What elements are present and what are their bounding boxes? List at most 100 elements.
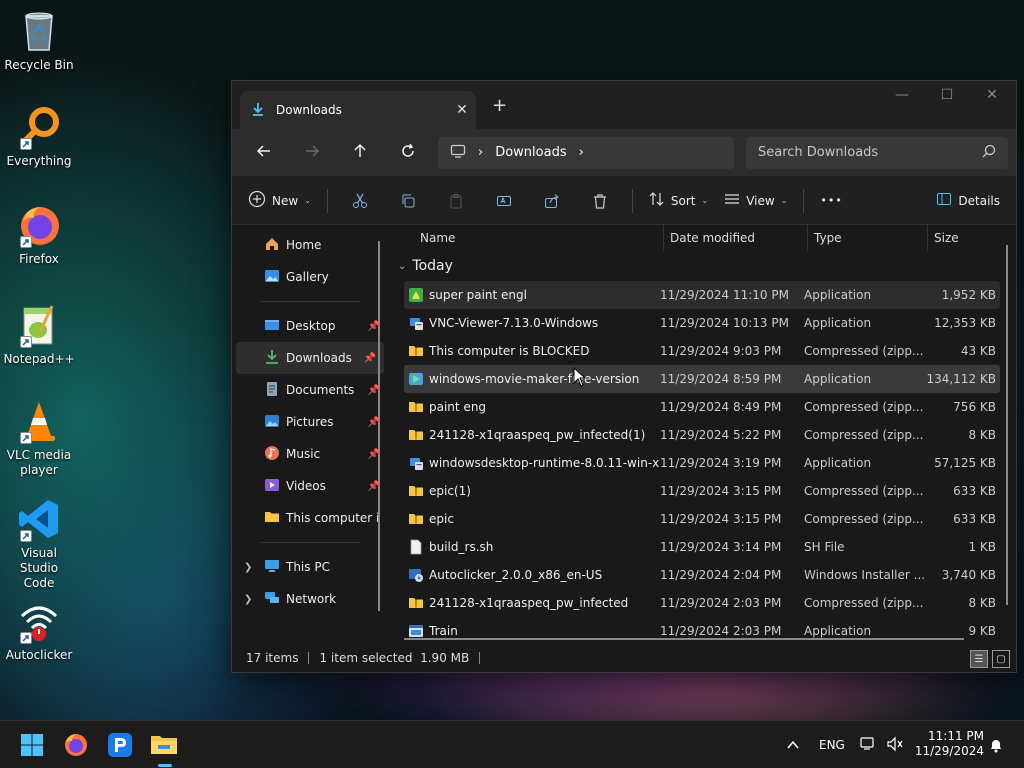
new-label: New <box>272 193 299 208</box>
breadcrumb-separator[interactable]: › <box>579 145 584 160</box>
system-tray-icons[interactable] <box>860 721 904 768</box>
table-row[interactable]: epic(1) 11/29/2024 3:15 PM Compressed (zip… <box>404 477 1000 505</box>
desktop-icon-autoclicker[interactable]: Autoclicker <box>4 598 74 663</box>
table-row[interactable]: paint eng 11/29/2024 8:49 PM Compressed (z… <box>404 393 1000 421</box>
back-arrow-icon[interactable] <box>240 143 288 163</box>
chevron-right-icon[interactable]: ❯ <box>244 562 252 573</box>
vertical-scrollbar[interactable] <box>1006 245 1008 605</box>
table-row[interactable]: This computer is BLOCKED 11/29/2024 9:03 … <box>404 337 1000 365</box>
desktop-icon-vlc[interactable]: VLC media player <box>4 398 74 478</box>
notification-bell-icon[interactable] <box>988 721 1004 768</box>
share-icon[interactable] <box>536 185 568 217</box>
table-row[interactable]: 241128-x1qraaspeq_pw_infected(1) 11/29/20… <box>404 421 1000 449</box>
tab-close-icon[interactable]: ✕ <box>448 102 476 118</box>
copy-icon[interactable] <box>392 185 424 217</box>
table-row[interactable]: epic 11/29/2024 3:15 PM Compressed (zipp..… <box>404 505 1000 533</box>
search-icon[interactable] <box>982 144 996 161</box>
volume-muted-icon[interactable] <box>886 736 904 755</box>
rustdesk-icon[interactable] <box>104 729 136 761</box>
nav-item-this-pc[interactable]: ❯ This PC <box>232 551 388 583</box>
title-bar[interactable]: Downloads ✕ + — ☐ ✕ <box>232 81 1016 129</box>
search-magnifier-icon <box>16 104 62 150</box>
address-bar[interactable]: › Downloads › <box>438 136 734 169</box>
nav-item-label: Network <box>286 592 337 606</box>
table-row[interactable]: windows-movie-maker-free-version 11/29/20… <box>404 365 1000 393</box>
column-header-type[interactable]: Type <box>808 225 928 251</box>
installer-app-icon <box>408 315 424 331</box>
search-box[interactable] <box>746 136 1008 169</box>
new-button[interactable]: New ⌄ <box>240 185 319 217</box>
windows-start-icon[interactable] <box>16 729 48 761</box>
show-hidden-icons-chevron-icon[interactable] <box>786 721 800 768</box>
desktop-icon-everything[interactable]: Everything <box>4 104 74 169</box>
table-row[interactable]: build_rs.sh 11/29/2024 3:14 PM SH File 1 KB <box>404 533 1000 561</box>
more-options-button[interactable]: ••• <box>812 185 850 217</box>
search-input[interactable] <box>758 145 958 160</box>
file-explorer-icon[interactable] <box>148 729 180 761</box>
nav-item-network[interactable]: ❯ Network <box>232 583 388 615</box>
chevron-right-icon[interactable]: ❯ <box>244 594 252 605</box>
nav-item-this-computer-folder[interactable]: This computer i <box>232 502 388 534</box>
nav-item-pictures[interactable]: Pictures 📌 <box>232 406 388 438</box>
firefox-icon[interactable] <box>60 729 92 761</box>
nav-item-videos[interactable]: Videos 📌 <box>232 470 388 502</box>
nav-item-label: Music <box>286 447 321 461</box>
gallery-icon <box>264 268 280 287</box>
up-arrow-icon[interactable] <box>336 143 384 163</box>
network-status-icon[interactable] <box>860 736 878 755</box>
nav-pane-scrollbar[interactable] <box>378 241 380 611</box>
nav-item-desktop[interactable]: Desktop 📌 <box>232 310 388 342</box>
nav-item-home[interactable]: Home <box>232 229 388 261</box>
details-view-icon[interactable]: ☰ <box>970 650 988 668</box>
group-header-today[interactable]: ⌄ Today <box>388 251 1016 281</box>
nav-item-downloads[interactable]: Downloads 📌 <box>236 342 384 374</box>
exe-window-icon <box>408 623 424 639</box>
tab-downloads[interactable]: Downloads ✕ <box>240 91 476 129</box>
nav-item-documents[interactable]: Documents 📌 <box>232 374 388 406</box>
selection-info: 1 item selected 1.90 MB <box>319 651 470 665</box>
shortcut-arrow-icon <box>20 530 32 542</box>
new-tab-button[interactable]: + <box>492 95 507 116</box>
desktop-icon-label: Visual Studio Code <box>19 546 59 590</box>
cell-size: 12,353 KB <box>934 316 996 330</box>
column-header-date[interactable]: Date modified <box>664 225 808 251</box>
view-button[interactable]: View ⌄ <box>716 185 795 217</box>
nav-item-music[interactable]: Music 📌 <box>232 438 388 470</box>
pin-icon[interactable]: 📌 <box>364 353 376 364</box>
nav-item-gallery[interactable]: Gallery <box>232 261 388 293</box>
paste-icon[interactable] <box>440 185 472 217</box>
desktop-icon-firefox[interactable]: Firefox <box>4 202 74 267</box>
minimize-button[interactable]: — <box>882 87 922 103</box>
nav-divider <box>260 301 360 302</box>
desktop-icon-vscode[interactable]: Visual Studio Code <box>4 496 74 591</box>
clock[interactable]: 11:11 PM 11/29/2024 <box>915 729 984 759</box>
maximize-button[interactable]: ☐ <box>927 87 967 103</box>
details-button[interactable]: Details <box>928 185 1008 217</box>
sort-button[interactable]: Sort ⌄ <box>641 185 716 217</box>
chevron-down-icon: ⌄ <box>780 196 788 205</box>
desktop-icon-notepad-plus-plus[interactable]: Notepad++ <box>3 302 75 367</box>
table-row[interactable]: windowsdesktop-runtime-8.0.11-win-x64 11/… <box>404 449 1000 477</box>
forward-arrow-icon[interactable] <box>288 143 336 163</box>
tiles-view-icon[interactable]: ▢ <box>992 650 1010 668</box>
table-row[interactable]: super paint engl 11/29/2024 11:10 PM Appli… <box>404 281 1000 309</box>
file-name: paint eng <box>429 400 487 414</box>
refresh-icon[interactable] <box>384 143 432 163</box>
column-header-name[interactable]: Name <box>388 225 664 251</box>
rename-icon[interactable] <box>488 185 520 217</box>
breadcrumb-downloads[interactable]: Downloads <box>495 145 566 160</box>
table-row[interactable]: VNC-Viewer-7.13.0-Windows 11/29/2024 10:1… <box>404 309 1000 337</box>
close-button[interactable]: ✕ <box>972 87 1012 103</box>
delete-trash-icon[interactable] <box>584 185 616 217</box>
item-count: 17 items <box>246 651 299 665</box>
desktop-icon-recycle-bin[interactable]: Recycle Bin <box>4 8 74 73</box>
file-name: epic <box>429 512 454 526</box>
cut-icon[interactable] <box>344 185 376 217</box>
table-row[interactable]: Autoclicker_2.0.0_x86_en-US 11/29/2024 2:… <box>404 561 1000 589</box>
column-header-size[interactable]: Size <box>928 225 1008 251</box>
breadcrumb-separator[interactable]: › <box>478 145 483 160</box>
table-row[interactable]: 241128-x1qraaspeq_pw_infected 11/29/2024 … <box>404 589 1000 617</box>
language-indicator[interactable]: ENG <box>819 721 845 768</box>
horizontal-scrollbar[interactable] <box>404 638 964 640</box>
nav-item-label: Desktop <box>286 319 336 333</box>
